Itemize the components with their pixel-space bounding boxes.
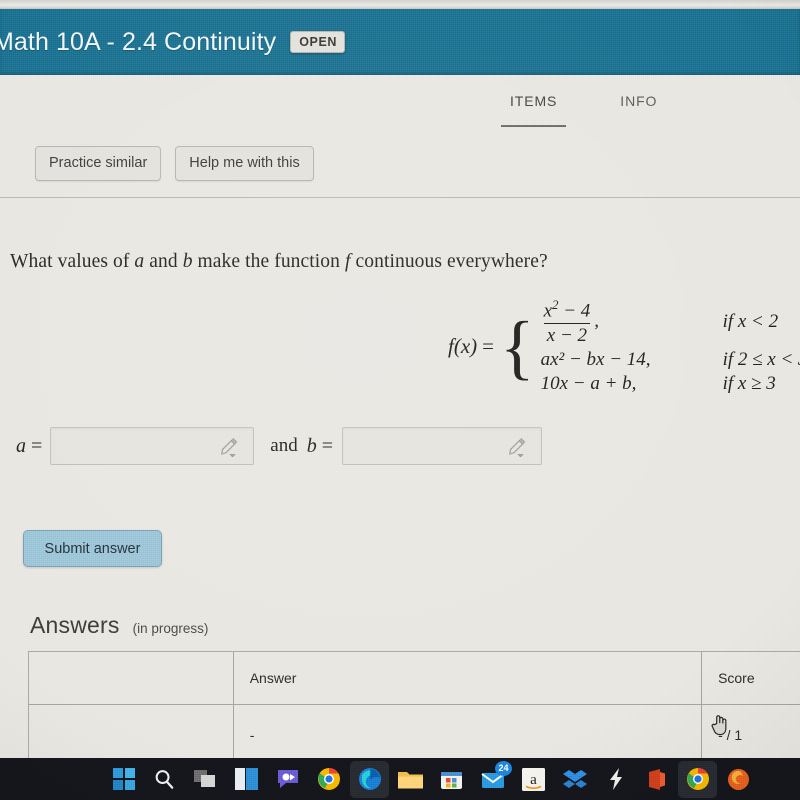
search-icon[interactable] xyxy=(153,768,176,791)
firefox-icon[interactable] xyxy=(727,768,750,791)
answers-header: Answers (in progress) xyxy=(30,612,208,639)
dropbox-icon[interactable] xyxy=(562,768,587,790)
piecewise-function-formula: f(x) = { x2 − 4 x − 2 , if x < 2 ax² − b… xyxy=(448,297,800,395)
slack-button[interactable] xyxy=(602,766,629,793)
window-chrome-strip xyxy=(0,0,800,9)
svg-text:a: a xyxy=(530,772,537,788)
store-button[interactable] xyxy=(438,766,465,793)
tab-bar: ITEMS INFO xyxy=(0,93,800,127)
formula-case-expression: 10x − a + b, xyxy=(540,373,637,395)
status-badge: OPEN xyxy=(290,31,346,53)
start-button[interactable] xyxy=(110,766,137,793)
question-var-a: a xyxy=(134,251,145,272)
chrome-icon[interactable] xyxy=(686,767,710,791)
taskbar-icon-group: 24 a xyxy=(110,760,752,798)
microsoft-store-icon[interactable] xyxy=(440,768,463,791)
amazon-icon[interactable]: a xyxy=(522,767,545,791)
widgets-button[interactable] xyxy=(233,766,260,793)
fraction: x2 − 4 x − 2 xyxy=(541,297,594,347)
chrome-button[interactable] xyxy=(315,766,342,793)
page-header: Math 10A - 2.4 Continuity OPEN xyxy=(0,9,800,75)
formula-case-expression: x2 − 4 x − 2 , xyxy=(541,297,723,347)
hand-pointer-cursor xyxy=(711,715,727,736)
label-b: b = xyxy=(306,434,333,457)
cell-index xyxy=(28,704,234,765)
conjunction-and: and xyxy=(270,435,298,456)
answer-input-b[interactable] xyxy=(342,427,542,465)
table-header-row: Answer Score xyxy=(28,651,800,705)
formula-case-condition: if 2 ≤ x < 3 xyxy=(722,349,800,371)
edge-icon[interactable] xyxy=(358,767,382,791)
formula-case-row: ax² − bx − 14, if 2 ≤ x < 3 xyxy=(541,349,800,371)
formula-equals-sign: = xyxy=(482,333,494,358)
question-text: What values of a and b make the function… xyxy=(10,251,548,273)
task-view-button[interactable] xyxy=(192,766,219,793)
fraction-comma: , xyxy=(594,310,600,332)
folder-icon[interactable] xyxy=(398,769,423,790)
question-prefix: What values of xyxy=(10,251,135,272)
column-header-answer: Answer xyxy=(232,651,703,705)
windows-logo-icon[interactable] xyxy=(112,768,135,790)
windows-taskbar: 24 a xyxy=(0,758,800,800)
amazon-button[interactable]: a xyxy=(520,766,547,793)
practice-similar-button[interactable]: Practice similar xyxy=(35,146,162,181)
mail-badge-count: 24 xyxy=(494,760,512,776)
chat-button[interactable] xyxy=(274,766,301,793)
formula-cases: x2 − 4 x − 2 , if x < 2 ax² − bx − 14, i… xyxy=(541,297,800,395)
file-explorer-button[interactable] xyxy=(397,766,424,793)
section-divider xyxy=(0,197,800,198)
content-area: ITEMS INFO Practice similar Help me with… xyxy=(0,75,800,765)
table-row[interactable]: - - / 1 xyxy=(28,704,800,765)
screen-photo: Math 10A - 2.4 Continuity OPEN ITEMS INF… xyxy=(0,0,800,800)
question-middle: make the function xyxy=(192,251,345,272)
answers-table: Answer Score - - / 1 xyxy=(28,651,800,765)
widgets-icon[interactable] xyxy=(235,768,258,790)
mail-button[interactable]: 24 xyxy=(479,760,512,793)
teams-chat-icon[interactable] xyxy=(276,768,300,790)
task-view-icon[interactable] xyxy=(193,768,218,790)
fraction-numerator: x2 − 4 xyxy=(543,297,591,322)
formula-function-label: f(x) xyxy=(448,333,478,358)
office-icon[interactable] xyxy=(646,768,668,791)
page-title: Math 10A - 2.4 Continuity xyxy=(0,27,277,56)
action-button-row: Practice similar Help me with this xyxy=(35,146,314,181)
answers-title: Answers xyxy=(30,612,120,638)
tab-items[interactable]: ITEMS xyxy=(500,93,567,127)
firefox-button[interactable] xyxy=(725,766,752,793)
tab-info[interactable]: INFO xyxy=(620,93,657,127)
help-me-with-this-button[interactable]: Help me with this xyxy=(175,146,314,181)
question-var-b: b xyxy=(182,251,193,272)
submit-answer-button[interactable]: Submit answer xyxy=(23,530,162,567)
question-suffix: continuous everywhere? xyxy=(350,251,548,272)
answer-input-a[interactable] xyxy=(50,427,255,465)
formula-case-row: x2 − 4 x − 2 , if x < 2 xyxy=(541,297,800,347)
fraction-denominator: x − 2 xyxy=(543,323,591,347)
pencil-icon[interactable] xyxy=(508,436,528,458)
column-header-score: Score xyxy=(701,651,800,705)
formula-case-condition: if x ≥ 3 xyxy=(722,373,776,395)
answers-status: (in progress) xyxy=(132,621,209,636)
lightning-icon[interactable] xyxy=(607,767,625,791)
edge-button[interactable] xyxy=(350,760,389,798)
label-a: a = xyxy=(16,434,43,457)
chrome-window-button[interactable] xyxy=(678,760,717,798)
column-header-index xyxy=(28,651,234,705)
question-mid: and xyxy=(144,251,183,272)
answer-input-row: a = and b = xyxy=(16,427,542,465)
formula-case-row: 10x − a + b, if x ≥ 3 xyxy=(541,373,800,395)
search-button[interactable] xyxy=(151,766,178,793)
chrome-icon[interactable] xyxy=(317,767,341,791)
cell-answer: - xyxy=(232,704,703,765)
formula-case-condition: if x < 2 xyxy=(722,311,779,333)
office-button[interactable] xyxy=(643,766,670,793)
pencil-icon[interactable] xyxy=(220,436,240,458)
formula-case-expression: ax² − bx − 14, xyxy=(540,349,651,371)
dropbox-button[interactable] xyxy=(561,766,588,793)
